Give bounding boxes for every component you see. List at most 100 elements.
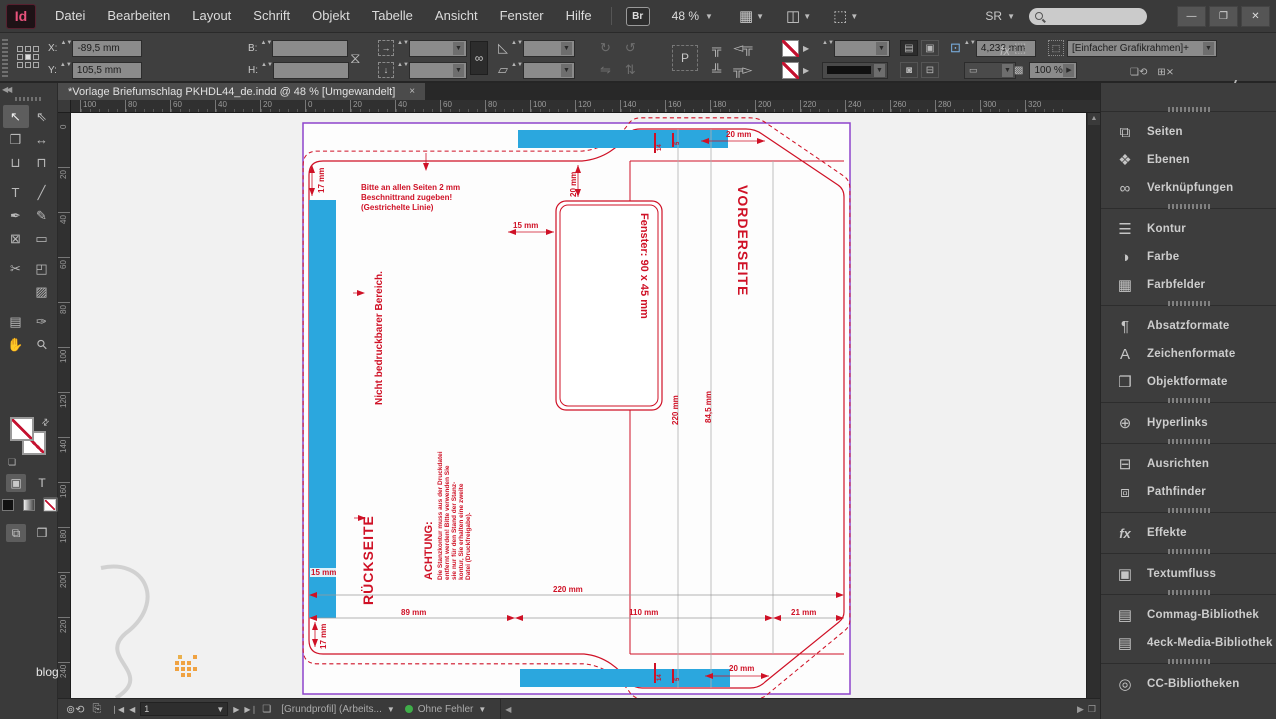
- tools-grip[interactable]: [15, 97, 43, 101]
- close-tab-icon[interactable]: ×: [409, 86, 415, 97]
- line-tool[interactable]: ╱: [29, 181, 55, 204]
- page-curl-icon[interactable]: ❏: [262, 704, 271, 715]
- reference-point-proxy[interactable]: [17, 46, 39, 68]
- fill-swatch-none[interactable]: [782, 40, 799, 57]
- page-tool[interactable]: ❒: [3, 128, 29, 151]
- screen-mode-button[interactable]: ◫ ▼: [786, 7, 811, 25]
- share-icon[interactable]: ⎘: [92, 703, 101, 716]
- next-page-icon[interactable]: ▶: [233, 705, 239, 714]
- ruler-corner[interactable]: [58, 100, 71, 113]
- type-tool[interactable]: T: [3, 181, 29, 204]
- panel-verknuepfungen[interactable]: ∞ Verknüpfungen: [1101, 174, 1276, 202]
- select-container-icon[interactable]: ╦: [712, 41, 721, 56]
- content-collector-tool[interactable]: ⊔: [3, 151, 29, 174]
- previous-page-icon[interactable]: ◀: [129, 705, 135, 714]
- menu-item[interactable]: Layout: [181, 0, 242, 32]
- view-options-button[interactable]: ▦ ▼: [739, 7, 764, 25]
- corner-options-icon[interactable]: ⬚: [1014, 40, 1026, 56]
- selection-tool[interactable]: ↖: [3, 105, 29, 128]
- rotate-cw-icon[interactable]: ↻: [600, 40, 611, 56]
- constrain-dimensions-icon[interactable]: ⧖: [350, 50, 361, 67]
- stroke-dropdown-icon[interactable]: ▶: [803, 66, 809, 75]
- scale-y-stepper[interactable]: ▲▼: [397, 62, 406, 78]
- direct-selection-tool[interactable]: ⇖: [29, 105, 55, 128]
- document-tab[interactable]: *Vorlage Briefumschlag PKHDL44_de.indd @…: [58, 83, 425, 100]
- note-tool[interactable]: ▤: [3, 310, 29, 333]
- swap-fill-stroke-icon[interactable]: ⇄: [40, 416, 53, 429]
- horizontal-ruler[interactable]: 1008060402002040608010012014016018020022…: [71, 100, 1100, 113]
- menu-item[interactable]: Hilfe: [555, 0, 603, 32]
- panel-commag-bibliothek[interactable]: ▤ Commag-Bibliothek: [1101, 601, 1276, 629]
- split-view-icon[interactable]: ❒: [1088, 704, 1096, 715]
- preflight-status[interactable]: Ohne Fehler ▼: [405, 704, 487, 715]
- panel-farbe[interactable]: ◑ Farbe: [1101, 243, 1276, 271]
- apply-color-button[interactable]: [0, 497, 15, 512]
- vertical-ruler[interactable]: 020406080100120140160180200220240: [58, 113, 71, 698]
- panel-effekte[interactable]: fx Effekte: [1101, 519, 1276, 547]
- stroke-weight-select[interactable]: ▼: [834, 40, 890, 57]
- last-page-icon[interactable]: ▶❘: [244, 705, 257, 714]
- bridge-button[interactable]: Br: [626, 7, 650, 26]
- wrap-jump-button[interactable]: ⊟: [921, 62, 939, 78]
- horizontal-scrollbar[interactable]: ◀: [500, 699, 1077, 719]
- shear-select[interactable]: ▼: [523, 62, 575, 79]
- scale-y-select[interactable]: ▼: [409, 62, 467, 79]
- flip-horizontal-icon[interactable]: ⇋: [600, 62, 611, 78]
- fill-swatch[interactable]: [10, 417, 34, 441]
- effects-fx-icon[interactable]: fx: [1000, 43, 1010, 58]
- pencil-tool[interactable]: ✎: [29, 204, 55, 227]
- apply-none-button[interactable]: [43, 497, 58, 512]
- preflight-menu-icon[interactable]: ⊚⟲: [66, 703, 84, 716]
- search-input[interactable]: [1029, 8, 1147, 25]
- collapse-tools-icon[interactable]: ◀◀: [2, 85, 10, 94]
- panel-farbfelder[interactable]: ▦ Farbfelder: [1101, 271, 1276, 299]
- menu-item[interactable]: Schrift: [242, 0, 301, 32]
- frame-tool[interactable]: ⊠: [3, 227, 29, 250]
- preflight-profile-select[interactable]: [Grundprofil] (Arbeits... ▼: [281, 704, 395, 715]
- panel-kontur[interactable]: ☰ Kontur: [1101, 215, 1276, 243]
- first-page-icon[interactable]: ❘◀: [111, 705, 124, 714]
- flip-vertical-icon[interactable]: ⇅: [625, 62, 636, 78]
- panel-cc-bibliotheken[interactable]: ◎ CC-Bibliotheken: [1101, 670, 1276, 698]
- x-input[interactable]: -89,5 mm: [72, 40, 142, 57]
- scroll-up-icon[interactable]: ▲: [1088, 113, 1100, 125]
- scissors-tool[interactable]: ✂: [3, 257, 29, 280]
- shear-stepper[interactable]: ▲▼: [511, 62, 520, 78]
- content-placer-tool[interactable]: ⊓: [29, 151, 55, 174]
- panel-pathfinder[interactable]: ⧈ Pathfinder: [1101, 478, 1276, 506]
- panel-hyperlinks[interactable]: ⊕ Hyperlinks: [1101, 409, 1276, 437]
- select-next-object-icon[interactable]: ╦▻: [733, 62, 752, 78]
- break-link-style-icon[interactable]: ❏⟲: [1130, 67, 1147, 78]
- close-button[interactable]: ✕: [1241, 6, 1270, 27]
- gradient-swatch-tool[interactable]: [3, 280, 29, 303]
- frame-fitting-icon[interactable]: ⊡: [950, 40, 961, 56]
- panel-ausrichten[interactable]: ⊟ Ausrichten: [1101, 450, 1276, 478]
- select-content-icon[interactable]: ╩: [712, 63, 721, 78]
- height-stepper[interactable]: ▲▼: [261, 62, 270, 78]
- height-input[interactable]: [273, 62, 349, 79]
- panel-grip[interactable]: [2, 39, 8, 77]
- panel-4eck-media-bibliothek[interactable]: ▤ 4eck-Media-Bibliothek: [1101, 629, 1276, 657]
- menu-item[interactable]: Datei: [44, 0, 96, 32]
- formatting-affects-container-button[interactable]: ▣: [6, 474, 26, 492]
- default-fill-stroke-icon[interactable]: ❏: [8, 457, 24, 469]
- scale-x-stepper[interactable]: ▲▼: [397, 40, 406, 56]
- reference-p-button[interactable]: P: [672, 45, 698, 71]
- scale-x-select[interactable]: ▼: [409, 40, 467, 57]
- menu-item[interactable]: Ansicht: [424, 0, 489, 32]
- gap-tool[interactable]: ↔: [29, 128, 55, 151]
- panel-objektformate[interactable]: ❒ Objektformate: [1101, 368, 1276, 396]
- stroke-type-select[interactable]: ▼: [822, 62, 888, 79]
- menu-item[interactable]: Tabelle: [361, 0, 424, 32]
- stroke-swatch-none[interactable]: [782, 62, 799, 79]
- constrain-scale-link-button[interactable]: ∞: [470, 41, 488, 75]
- rotation-select[interactable]: ▼: [523, 40, 575, 57]
- fill-dropdown-icon[interactable]: ▶: [803, 44, 809, 53]
- panel-zeichenformate[interactable]: A Zeichenformate: [1101, 340, 1276, 368]
- preview-mode-button[interactable]: ❒: [32, 524, 52, 542]
- fit-stepper[interactable]: ▲▼: [964, 40, 973, 56]
- rectangle-tool[interactable]: ▭: [29, 227, 55, 250]
- y-stepper[interactable]: ▲▼: [60, 62, 69, 78]
- opacity-select[interactable]: 100 %▶: [1029, 62, 1077, 79]
- panel-seiten[interactable]: ⧉ Seiten: [1101, 118, 1276, 146]
